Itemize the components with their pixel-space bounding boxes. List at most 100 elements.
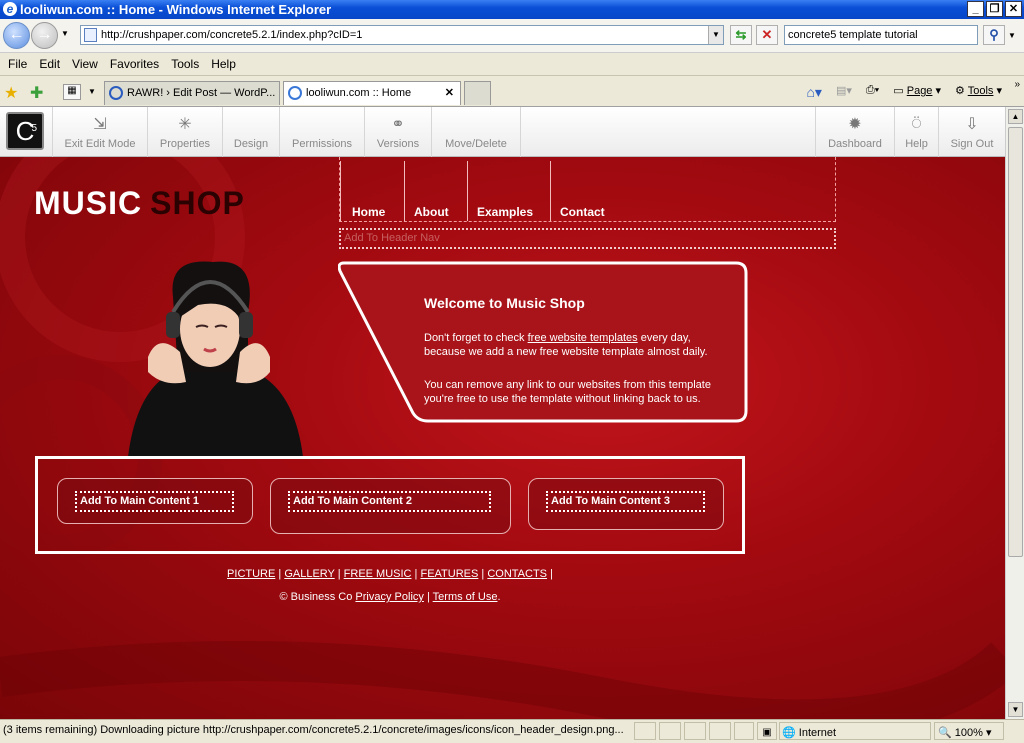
tabs-bar: ★ ✚ ▦ ▼ RAWR! › Edit Post — WordP... loo… <box>0 77 1024 107</box>
main-content-area: Add To Main Content 1 Add To Main Conten… <box>35 456 745 554</box>
footer-link-features[interactable]: FEATURES <box>420 568 478 580</box>
address-dropdown-icon[interactable]: ▼ <box>708 26 723 44</box>
footer-link-gallery[interactable]: GALLERY <box>284 568 334 580</box>
address-field[interactable]: http://crushpaper.com/concrete5.2.1/inde… <box>80 25 724 45</box>
c5-label: Permissions <box>292 138 352 150</box>
blocked-icon[interactable]: ▣ <box>757 722 777 740</box>
zoom-level[interactable]: 🔍 100% ▾ <box>934 722 1004 740</box>
move-delete-button[interactable]: Move/Delete <box>432 107 521 157</box>
tab-wordpress[interactable]: RAWR! › Edit Post — WordP... <box>104 81 280 105</box>
footer-link-picture[interactable]: PICTURE <box>227 568 275 580</box>
main-content-1: Add To Main Content 1 <box>57 478 253 524</box>
welcome-title: Welcome to Music Shop <box>424 295 585 311</box>
add-header-nav-area[interactable]: Add To Header Nav <box>339 228 836 249</box>
welcome-paragraph-2: You can remove any link to our websites … <box>424 379 711 405</box>
quick-tabs-icon[interactable]: ▦ <box>63 84 81 100</box>
status-cell <box>709 722 731 740</box>
help-button[interactable]: ⍥ Help <box>895 107 939 157</box>
nav-about[interactable]: About <box>414 205 449 219</box>
back-button[interactable]: ← <box>3 22 30 49</box>
tools-menu[interactable]: ⚙ Tools ▾ <box>955 84 1002 101</box>
home-icon[interactable]: ⌂▾ <box>806 84 821 101</box>
privacy-policy-link[interactable]: Privacy Policy <box>355 591 423 603</box>
nav-home[interactable]: Home <box>352 205 385 219</box>
dashboard-button[interactable]: ✹ Dashboard <box>815 107 895 157</box>
chevron-right-icon[interactable]: » <box>1014 79 1020 90</box>
menu-help[interactable]: Help <box>205 53 242 75</box>
page-menu[interactable]: ▭ Page ▾ <box>893 84 941 101</box>
sign-out-button[interactable]: ⇩ Sign Out <box>939 107 1005 157</box>
favorites-star-icon[interactable]: ★ <box>4 83 18 103</box>
welcome-text: Don't forget to check <box>424 332 528 344</box>
security-zone[interactable]: 🌐 Internet <box>779 722 931 740</box>
window-title: looliwun.com :: Home - Windows Internet … <box>20 2 332 17</box>
sign-out-icon: ⇩ <box>965 116 979 133</box>
address-toolbar: ← → ▼ http://crushpaper.com/concrete5.2.… <box>0 19 1024 53</box>
versions-button[interactable]: ⚭ Versions <box>365 107 432 157</box>
ie-logo-icon: e <box>3 2 17 16</box>
footer-link-free-music[interactable]: FREE MUSIC <box>344 568 412 580</box>
add-favorites-icon[interactable]: ✚ <box>30 83 43 103</box>
search-options-icon[interactable]: ▼ <box>1008 31 1016 40</box>
print-icon[interactable]: ⎙▾ <box>866 84 879 101</box>
page-menu-label: Page <box>906 85 933 97</box>
history-dropdown-icon[interactable]: ▼ <box>61 29 69 38</box>
properties-button[interactable]: ✳ Properties <box>148 107 223 157</box>
ie-tab-icon <box>109 86 123 100</box>
c5-label: Help <box>905 138 928 150</box>
search-go-button[interactable]: ⚲ <box>983 25 1005 45</box>
c5-label: Properties <box>159 138 211 150</box>
close-tab-icon[interactable]: ✕ <box>445 82 454 104</box>
tools-menu-label: Tools <box>967 85 994 97</box>
move-delete-icon <box>466 116 486 134</box>
terms-of-use-link[interactable]: Terms of Use <box>433 591 498 603</box>
permissions-icon <box>312 116 332 134</box>
free-templates-link[interactable]: free website templates <box>528 332 638 344</box>
footer-link-contacts[interactable]: CONTACTS <box>487 568 547 580</box>
add-main-content-3[interactable]: Add To Main Content 3 <box>546 491 705 512</box>
search-input[interactable]: concrete5 template tutorial <box>784 25 978 45</box>
add-main-content-1[interactable]: Add To Main Content 1 <box>75 491 234 512</box>
zoom-label: 100% <box>954 727 983 739</box>
tab-list-dropdown-icon[interactable]: ▼ <box>88 87 96 96</box>
nav-contact[interactable]: Contact <box>560 205 605 219</box>
menu-view[interactable]: View <box>66 53 104 75</box>
menu-tools[interactable]: Tools <box>165 53 205 75</box>
status-cell <box>634 722 656 740</box>
help-icon: ⍥ <box>911 116 922 133</box>
main-content-2: Add To Main Content 2 <box>270 478 511 534</box>
new-tab-button[interactable] <box>464 81 491 105</box>
copyright-text: © Business Co <box>279 591 356 603</box>
status-cell <box>734 722 754 740</box>
menu-bar: File Edit View Favorites Tools Help <box>0 53 1024 76</box>
close-window-button[interactable]: ✕ <box>1005 1 1022 17</box>
tab-home[interactable]: looliwun.com :: Home ✕ <box>283 81 461 105</box>
menu-favorites[interactable]: Favorites <box>104 53 165 75</box>
add-main-content-2[interactable]: Add To Main Content 2 <box>288 491 491 512</box>
vertical-scrollbar[interactable]: ▲ ▼ <box>1005 107 1024 719</box>
properties-icon: ✳ <box>178 116 192 133</box>
site-logo[interactable]: MUSIC SHOP <box>34 185 245 222</box>
permissions-button[interactable]: Permissions <box>280 107 365 157</box>
nav-examples[interactable]: Examples <box>477 205 533 219</box>
c5-label: Move/Delete <box>445 138 507 150</box>
c5-logo[interactable]: C5 <box>6 112 44 150</box>
status-cell <box>659 722 681 740</box>
stop-button[interactable]: ✕ <box>756 25 778 45</box>
minimize-button[interactable]: _ <box>967 1 984 17</box>
exit-edit-mode-button[interactable]: ⇲ Exit Edit Mode <box>52 107 148 157</box>
restore-button[interactable]: ❐ <box>986 1 1003 17</box>
c5-edit-toolbar: C5 ⇲ Exit Edit Mode ✳ Properties Design Pe… <box>0 107 1024 157</box>
tab-label: RAWR! › Edit Post — WordP... <box>127 87 276 99</box>
page-icon <box>84 28 97 42</box>
refresh-button[interactable]: ⇆ <box>730 25 752 45</box>
welcome-panel: Welcome to Music Shop Don't forget to ch… <box>338 261 748 423</box>
forward-button[interactable]: → <box>31 22 58 49</box>
menu-edit[interactable]: Edit <box>33 53 66 75</box>
design-button[interactable]: Design <box>223 107 280 157</box>
scrollbar-thumb[interactable] <box>1008 127 1023 557</box>
scroll-up-icon[interactable]: ▲ <box>1008 109 1023 124</box>
feeds-icon[interactable]: ▤▾ <box>836 84 852 101</box>
menu-file[interactable]: File <box>2 53 33 75</box>
scroll-down-icon[interactable]: ▼ <box>1008 702 1023 717</box>
